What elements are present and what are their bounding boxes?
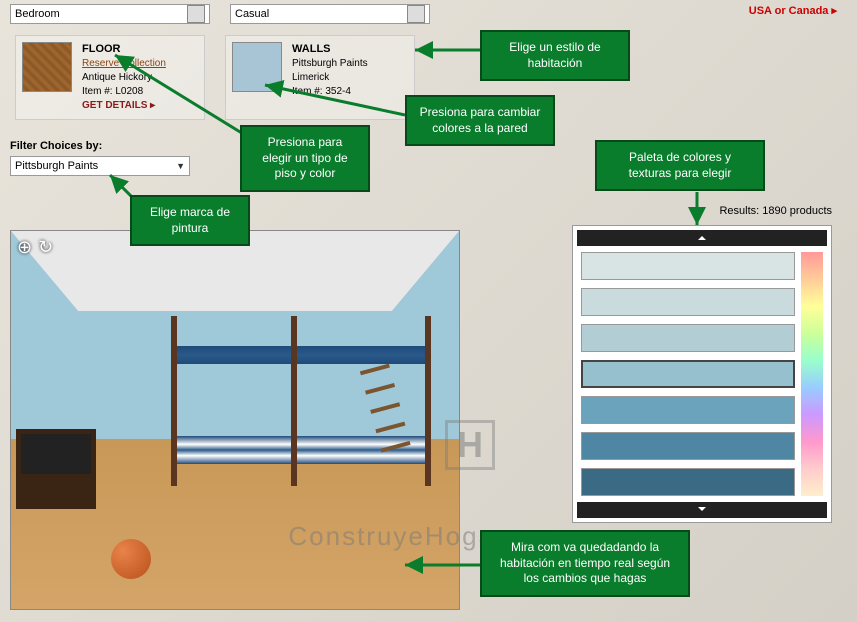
palette-swatch[interactable] <box>581 432 795 460</box>
arrow-walls <box>260 80 410 125</box>
room-preview: ⊕ ↻ <box>10 230 460 610</box>
walls-title: WALLS <box>292 42 368 57</box>
color-palette <box>572 225 832 523</box>
zoom-in-icon[interactable]: ⊕ <box>17 237 32 258</box>
chevron-down-icon: ▼ <box>176 161 185 171</box>
arrow-style <box>410 45 490 70</box>
arrow-floor <box>110 50 250 145</box>
style-dropdown[interactable]: Casual ▼ <box>230 4 430 24</box>
arrow-palette <box>692 190 712 235</box>
room-dropdown[interactable]: Bedroom ▼ <box>10 4 210 24</box>
palette-scroll-down[interactable] <box>577 502 827 518</box>
callout-floor: Presiona para elegir un tipo de piso y c… <box>240 125 370 192</box>
chevron-down-icon: ▼ <box>417 9 426 19</box>
callout-palette: Paleta de colores y texturas para elegir <box>595 140 765 191</box>
room-dropdown-value: Bedroom <box>15 8 60 20</box>
walls-brand: Pittsburgh Paints <box>292 57 368 71</box>
callout-style: Elige un estilo de habitación <box>480 30 630 81</box>
results-count: Results: 1890 products <box>719 205 832 217</box>
arrow-live <box>400 555 490 580</box>
reset-icon[interactable]: ↻ <box>38 237 53 258</box>
filter-value: Pittsburgh Paints <box>15 160 98 172</box>
watermark-logo: H <box>445 420 495 470</box>
palette-swatch[interactable] <box>581 324 795 352</box>
palette-swatch[interactable] <box>581 396 795 424</box>
filter-dropdown[interactable]: Pittsburgh Paints ▼ <box>10 156 190 176</box>
callout-brand: Elige marca de pintura <box>130 195 250 246</box>
callout-live: Mira com va quedadando la habitación en … <box>480 530 690 597</box>
palette-swatch[interactable] <box>581 360 795 388</box>
floor-swatch[interactable] <box>22 42 72 92</box>
palette-swatch[interactable] <box>581 252 795 280</box>
style-dropdown-value: Casual <box>235 8 269 20</box>
hue-strip[interactable] <box>801 252 823 496</box>
region-link[interactable]: USA or Canada <box>749 4 837 17</box>
callout-walls: Presiona para cambiar colores a la pared <box>405 95 555 146</box>
palette-swatch[interactable] <box>581 288 795 316</box>
palette-swatch[interactable] <box>581 468 795 496</box>
